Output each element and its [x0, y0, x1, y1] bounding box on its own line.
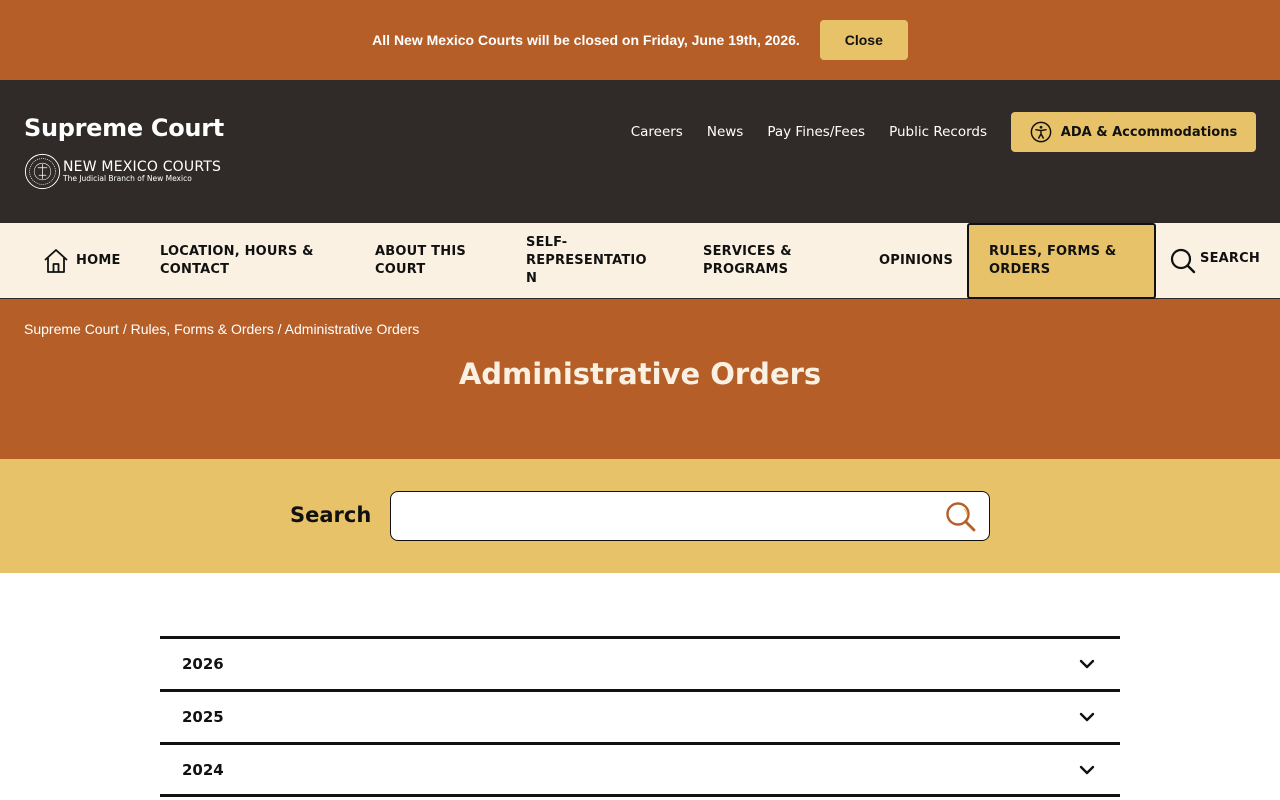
accordion-item-2026[interactable]: 2026	[160, 636, 1120, 689]
ada-accommodations-button[interactable]: ADA & Accommodations	[1011, 112, 1256, 152]
accordion-item-2025[interactable]: 2025	[160, 689, 1120, 742]
search-box	[390, 491, 990, 541]
search-section: Search	[0, 459, 1280, 573]
nav-item-self-representation[interactable]: SELF-REPRESENTATION	[526, 223, 666, 299]
brand-tagline: The Judicial Branch of New Mexico	[63, 174, 192, 183]
nav-label-home: HOME	[76, 253, 121, 268]
nav-item-rules-forms-orders[interactable]: RULES, FORMS & ORDERS	[967, 223, 1156, 299]
nav-item-home[interactable]: HOME	[42, 223, 121, 299]
home-icon	[44, 249, 68, 273]
accordion-item-2024[interactable]: 2024	[160, 742, 1120, 797]
breadcrumb: Supreme Court / Rules, Forms & Orders / …	[24, 321, 420, 337]
ada-button-label: ADA & Accommodations	[1060, 124, 1238, 140]
court-seal-icon	[24, 153, 61, 190]
search-label: Search	[290, 503, 372, 527]
accordion-label: 2025	[182, 708, 224, 726]
main-nav: HOME LOCATION, HOURS & CONTACT ABOUT THI…	[0, 223, 1280, 299]
nav-item-services[interactable]: SERVICES & PROGRAMS	[703, 223, 828, 299]
nav-item-about[interactable]: ABOUT THIS COURT	[375, 223, 485, 299]
utility-link-pay-fines[interactable]: Pay Fines/Fees	[767, 124, 865, 140]
accessibility-icon	[1030, 121, 1052, 143]
brand-name: NEW MEXICO COURTS	[63, 159, 222, 175]
nav-item-location[interactable]: LOCATION, HOURS & CONTACT	[160, 223, 330, 299]
search-icon	[1170, 248, 1196, 274]
alert-message: All New Mexico Courts will be closed on …	[372, 32, 800, 48]
site-header: Supreme Court NEW MEXICO COURTS The Judi…	[0, 80, 1280, 223]
accordion-label: 2024	[182, 760, 224, 779]
page-hero: Supreme Court / Rules, Forms & Orders / …	[0, 299, 1280, 459]
year-accordion: 2026 2025 2024	[160, 636, 1120, 797]
chevron-down-icon	[1079, 712, 1095, 722]
site-title[interactable]: Supreme Court	[24, 114, 224, 142]
utility-link-careers[interactable]: Careers	[631, 124, 683, 140]
nav-item-opinions[interactable]: OPINIONS	[879, 223, 953, 299]
alert-close-button[interactable]: Close	[819, 20, 908, 60]
search-input[interactable]	[403, 500, 933, 532]
utility-nav: Careers News Pay Fines/Fees Public Recor…	[631, 112, 1256, 152]
breadcrumb-current: Administrative Orders	[284, 321, 420, 337]
nav-search-label: SEARCH	[1200, 251, 1260, 266]
accordion-label: 2026	[182, 655, 224, 673]
search-submit-icon[interactable]	[945, 501, 977, 533]
nav-search[interactable]: SEARCH	[1170, 223, 1260, 299]
utility-link-news[interactable]: News	[707, 124, 743, 140]
nav-label-rules: RULES, FORMS & ORDERS	[989, 244, 1117, 277]
breadcrumb-link-supreme-court[interactable]: Supreme Court	[24, 321, 119, 337]
breadcrumb-link-rules[interactable]: Rules, Forms & Orders	[131, 321, 274, 337]
alert-banner: All New Mexico Courts will be closed on …	[0, 0, 1280, 80]
nav-label-self-representation: SELF-REPRESENTATION	[526, 235, 647, 286]
brand-logo[interactable]: NEW MEXICO COURTS The Judicial Branch of…	[24, 153, 221, 190]
utility-link-public-records[interactable]: Public Records	[889, 124, 987, 140]
chevron-down-icon	[1079, 659, 1095, 669]
chevron-down-icon	[1079, 765, 1095, 774]
page-title: Administrative Orders	[458, 357, 822, 391]
